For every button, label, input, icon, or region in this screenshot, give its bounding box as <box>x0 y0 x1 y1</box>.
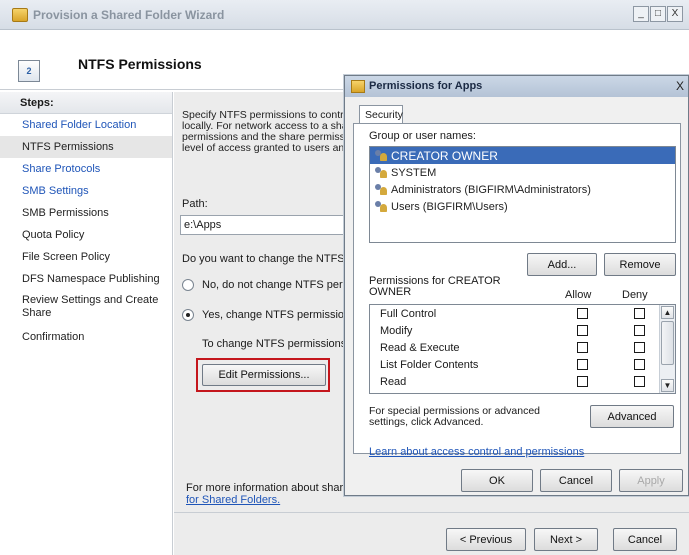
add-button[interactable]: Add... <box>527 253 597 276</box>
option-no-label: No, do not change NTFS permi <box>202 279 352 291</box>
deny-checkbox[interactable] <box>634 342 645 353</box>
allow-checkbox[interactable] <box>577 376 588 387</box>
step-confirmation: Confirmation <box>22 331 85 343</box>
dialog-cancel-button[interactable]: Cancel <box>540 469 612 492</box>
user-group-icon <box>374 166 388 179</box>
permission-row: List Folder Contents <box>370 356 675 373</box>
next-button[interactable]: Next > <box>534 528 598 551</box>
folder-icon <box>12 8 28 22</box>
deny-checkbox[interactable] <box>634 325 645 336</box>
page-title: NTFS Permissions <box>78 56 202 72</box>
edit-permissions-button[interactable]: Edit Permissions... <box>202 364 326 386</box>
folder-icon <box>351 80 365 93</box>
step-smb-settings[interactable]: SMB Settings <box>0 180 172 202</box>
permissions-scrollbar[interactable]: ▲ ▼ <box>659 305 675 393</box>
permissions-list: Full Control Modify Read & Execute List … <box>369 304 676 394</box>
previous-button[interactable]: < Previous <box>446 528 526 551</box>
option-no-change[interactable]: No, do not change NTFS permi <box>182 279 352 291</box>
steps-label: Steps: <box>0 92 172 114</box>
permission-row: Full Control <box>370 305 675 322</box>
step-shared-folder-location[interactable]: Shared Folder Location <box>0 114 172 136</box>
radio-no[interactable] <box>182 279 194 291</box>
shared-folders-link[interactable]: for Shared Folders. <box>186 494 352 506</box>
step-smb-permissions: SMB Permissions <box>22 207 109 219</box>
option-yes-label: Yes, change NTFS permissions <box>202 309 352 321</box>
special-permissions-text: For special permissions or advanced sett… <box>369 405 540 428</box>
close-button[interactable]: X <box>667 6 683 22</box>
advanced-button[interactable]: Advanced <box>590 405 674 428</box>
user-group-icon <box>374 183 388 196</box>
dialog-title: Permissions for Apps <box>369 80 483 92</box>
wizard-title: Provision a Shared Folder Wizard <box>33 8 225 22</box>
cancel-button[interactable]: Cancel <box>613 528 677 551</box>
user-item[interactable]: Users (BIGFIRM\Users) <box>370 198 675 215</box>
minimize-button[interactable]: _ <box>633 6 649 22</box>
allow-column-label: Allow <box>565 289 592 301</box>
user-item[interactable]: CREATOR OWNER <box>370 147 675 164</box>
tab-security[interactable]: Security <box>359 105 403 124</box>
radio-yes[interactable] <box>182 309 194 321</box>
allow-checkbox[interactable] <box>577 342 588 353</box>
path-label: Path: <box>182 198 208 210</box>
step-share-protocols[interactable]: Share Protocols <box>0 158 172 180</box>
description: Specify NTFS permissions to control loca… <box>182 110 352 154</box>
dialog-titlebar: Permissions for Apps X <box>345 76 688 97</box>
user-item[interactable]: Administrators (BIGFIRM\Administrators) <box>370 181 675 198</box>
scroll-up-icon[interactable]: ▲ <box>661 306 674 319</box>
step-file-screen-policy: File Screen Policy <box>22 251 111 263</box>
apply-button[interactable]: Apply <box>619 469 683 492</box>
more-info-text: For more information about sharin <box>186 482 352 494</box>
wizard-footer: < Previous Next > Cancel <box>174 512 689 555</box>
scroll-down-icon[interactable]: ▼ <box>661 379 674 392</box>
permission-row: Read & Execute <box>370 339 675 356</box>
step-dfs-namespace-publishing: DFS Namespace Publishing <box>22 273 160 285</box>
restore-button[interactable]: □ <box>650 6 666 22</box>
scroll-thumb[interactable] <box>661 321 674 365</box>
permission-row: Modify <box>370 322 675 339</box>
step-ntfs-permissions: NTFS Permissions <box>0 136 172 158</box>
wizard-titlebar: Provision a Shared Folder Wizard _ □ X <box>0 0 689 30</box>
window-controls: _ □ X <box>633 6 683 22</box>
more-info: For more information about sharin for Sh… <box>186 482 352 506</box>
deny-checkbox[interactable] <box>634 359 645 370</box>
permissions-for-label: Permissions for CREATOR OWNER <box>369 275 501 298</box>
deny-checkbox[interactable] <box>634 376 645 387</box>
remove-button[interactable]: Remove <box>604 253 676 276</box>
user-list[interactable]: CREATOR OWNER SYSTEM Administrators (BIG… <box>369 146 676 243</box>
allow-checkbox[interactable] <box>577 308 588 319</box>
wizard-page-icon: 2 <box>18 60 40 82</box>
allow-checkbox[interactable] <box>577 325 588 336</box>
deny-checkbox[interactable] <box>634 308 645 319</box>
user-group-icon <box>374 200 388 213</box>
dialog-close-button[interactable]: X <box>676 79 684 93</box>
user-group-icon <box>374 149 388 162</box>
learn-link[interactable]: Learn about access control and permissio… <box>369 446 584 458</box>
steps-panel: Steps: Shared Folder Location NTFS Permi… <box>0 92 173 555</box>
step-review-settings: Review Settings and Create Share <box>22 294 159 319</box>
step-quota-policy: Quota Policy <box>22 229 85 241</box>
allow-checkbox[interactable] <box>577 359 588 370</box>
permissions-dialog: Permissions for Apps X Security Group or… <box>344 75 689 496</box>
path-field[interactable]: e:\Apps <box>180 215 352 235</box>
permission-row: Read <box>370 373 675 390</box>
user-item[interactable]: SYSTEM <box>370 164 675 181</box>
change-question: Do you want to change the NTFS p <box>182 253 352 265</box>
group-label: Group or user names: <box>369 130 476 142</box>
deny-column-label: Deny <box>622 289 648 301</box>
option-yes-change[interactable]: Yes, change NTFS permissions <box>182 309 352 321</box>
change-note: To change NTFS permissions, c <box>202 338 352 350</box>
ok-button[interactable]: OK <box>461 469 533 492</box>
